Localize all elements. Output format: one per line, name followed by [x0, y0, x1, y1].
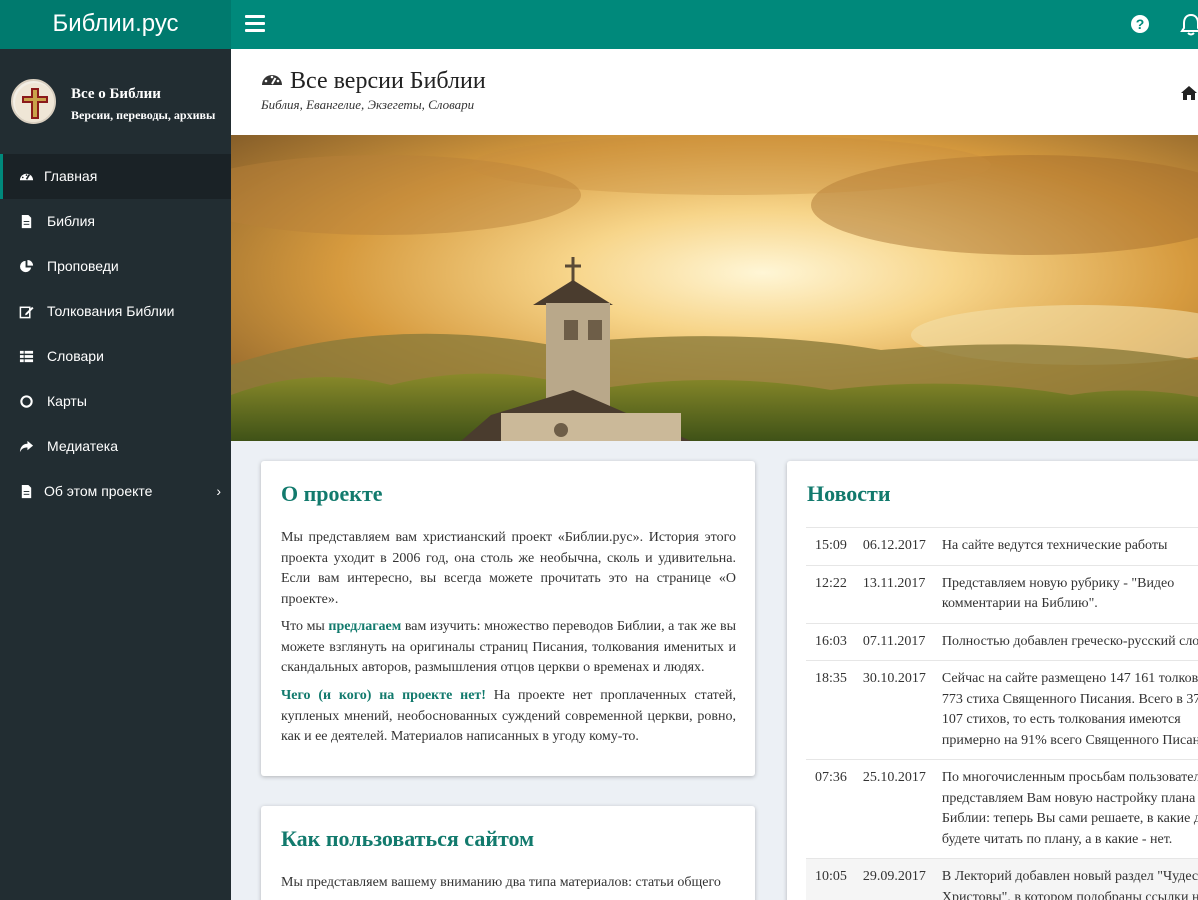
sidebar: Все о Библии Версии, переводы, архивы Гл… [0, 49, 231, 900]
news-heading: Новости [807, 481, 891, 506]
avatar [11, 79, 56, 124]
sidebar-item-label: Толкования Библии [47, 303, 175, 319]
church-sunset-illustration [231, 135, 1198, 441]
news-time: 16:03 [806, 622, 855, 661]
about-paragraph-2: Что мы предлагаем вам изучить: множество… [281, 617, 736, 679]
edit-icon [19, 306, 34, 319]
hero-banner-image [231, 135, 1198, 441]
news-time: 10:05 [806, 858, 855, 900]
news-text: В Лекторий добавлен новый раздел "Чудес … [933, 858, 1198, 900]
news-time: 07:36 [806, 759, 855, 859]
sidebar-item-maps[interactable]: Карты [0, 379, 231, 424]
sidebar-item-home[interactable]: Главная [0, 154, 231, 199]
help-icon[interactable]: ? [1131, 15, 1149, 33]
news-date: 07.11.2017 [854, 622, 934, 661]
how-to-use-box: Как пользоваться сайтом Мы представляем … [261, 806, 755, 900]
page-title: Все версии Библии [260, 68, 486, 95]
news-date: 30.10.2017 [854, 660, 934, 760]
sidebar-item-sermons[interactable]: Проповеди [0, 244, 231, 289]
menu-toggle-icon[interactable] [245, 15, 265, 33]
about-p2-text: Что мы [281, 619, 329, 634]
page-title-text: Все версии Библии [290, 68, 486, 94]
share-icon [19, 440, 34, 453]
news-date: 13.11.2017 [854, 564, 934, 623]
cross-logo-icon [15, 83, 54, 122]
sidebar-item-label: Библия [47, 213, 95, 229]
news-text: Полностью добавлен греческо-русский сло [933, 622, 1198, 661]
howto-paragraph: Мы представляем вашему вниманию два типа… [281, 875, 721, 890]
sidebar-item-label: Проповеди [47, 258, 119, 274]
news-text: Представляем новую рубрику - "Видео комм… [933, 564, 1198, 623]
sidebar-item-label: Главная [44, 168, 98, 184]
news-text: На сайте ведутся технические работы [933, 527, 1198, 565]
chevron-right-icon: › [216, 483, 221, 499]
dashboard-icon [262, 75, 282, 85]
about-paragraph-1: Мы представляем вам христианский проект … [281, 530, 736, 607]
home-icon[interactable] [1181, 86, 1197, 100]
about-paragraph-3: Чего (и кого) на проекте нет! На проекте… [281, 686, 736, 748]
about-heading: О проекте [281, 481, 383, 506]
sidebar-item-bible[interactable]: Библия [0, 199, 231, 244]
file-icon [21, 484, 32, 499]
sidebar-item-label: Карты [47, 393, 87, 409]
user-panel-title: Все о Библии [71, 86, 161, 102]
news-row[interactable]: 10:05 29.09.2017 В Лекторий добавлен нов… [806, 858, 1198, 900]
news-time: 12:22 [806, 564, 855, 623]
list-icon [19, 350, 34, 363]
sidebar-item-about-project[interactable]: Об этом проекте › [0, 469, 231, 514]
sidebar-item-dictionaries[interactable]: Словари [0, 334, 231, 379]
news-table: 15:09 06.12.2017 На сайте ведутся технич… [806, 527, 1198, 900]
brand-logo[interactable]: Библии.рус [0, 0, 231, 49]
sidebar-item-label: Об этом проекте [44, 483, 153, 499]
news-date: 29.09.2017 [854, 858, 934, 900]
news-date: 25.10.2017 [854, 759, 934, 859]
news-box: Новости 15:09 06.12.2017 На сайте ведутс… [787, 461, 1198, 900]
bell-icon[interactable] [1180, 13, 1198, 37]
news-date: 06.12.2017 [854, 527, 934, 565]
news-text: Сейчас на сайте размещено 147 161 толков… [933, 660, 1198, 760]
sidebar-item-interpretations[interactable]: Толкования Библии [0, 289, 231, 334]
sidebar-item-label: Словари [47, 348, 104, 364]
file-icon [21, 214, 32, 229]
about-project-box: О проекте Мы представляем вам христианск… [261, 461, 755, 776]
top-navbar: Библии.рус ? [0, 0, 1198, 49]
news-row[interactable]: 07:36 25.10.2017 По многочисленным прось… [806, 759, 1198, 859]
sidebar-item-label: Медиатека [47, 438, 119, 454]
news-row[interactable]: 15:09 06.12.2017 На сайте ведутся технич… [806, 527, 1198, 565]
news-row[interactable]: 12:22 13.11.2017 Представляем новую рубр… [806, 564, 1198, 623]
page-subtitle: Библия, Евангелие, Экзегеты, Словари [261, 97, 475, 112]
sidebar-menu: Главная Библия Проповеди Толкования Библ… [0, 154, 231, 514]
news-text: По многочисленным просьбам пользовател п… [933, 759, 1198, 859]
pie-chart-icon [20, 259, 34, 273]
news-row[interactable]: 18:35 30.10.2017 Сейчас на сайте размеще… [806, 660, 1198, 760]
user-panel-subtitle: Версии, переводы, архивы [71, 108, 216, 122]
dashboard-icon [19, 173, 34, 181]
howto-heading: Как пользоваться сайтом [281, 826, 535, 851]
news-time: 15:09 [806, 527, 855, 565]
about-p2-highlight: предлагаем [328, 619, 402, 634]
news-row[interactable]: 16:03 07.11.2017 Полностью добавлен греч… [806, 622, 1198, 661]
user-panel: Все о Библии Версии, переводы, архивы [0, 49, 231, 154]
circle-icon [20, 395, 33, 408]
content-header: Все версии Библии Библия, Евангелие, Экз… [231, 49, 1198, 135]
sidebar-item-media[interactable]: Медиатека [0, 424, 231, 469]
about-p3-highlight: Чего (и кого) на проекте нет! [281, 688, 486, 703]
news-time: 18:35 [806, 660, 855, 760]
